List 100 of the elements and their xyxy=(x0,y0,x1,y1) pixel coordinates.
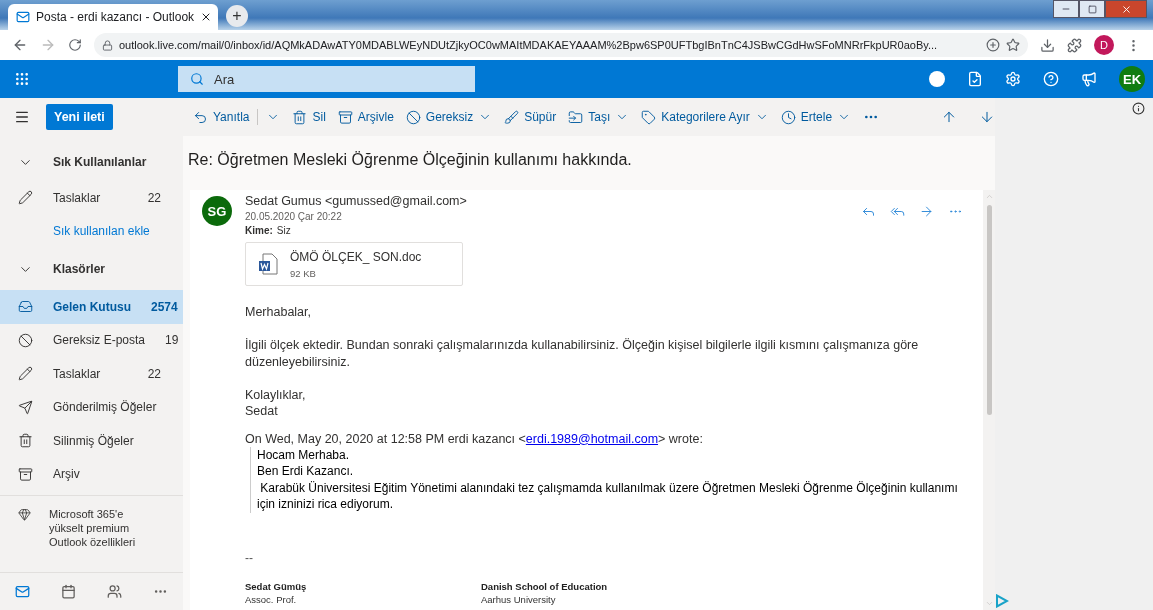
signature-name: Sedat Gümüş xyxy=(245,580,308,592)
email-link[interactable]: erdi.1989@hotmail.com xyxy=(525,431,659,446)
folder-group-header[interactable]: Sık Kullanılanlar xyxy=(0,143,183,181)
attachment-card[interactable]: ÖMÖ ÖLÇEK_ SON.doc 92 KB xyxy=(245,242,463,286)
body-paragraph: Merhabalar, xyxy=(245,304,312,321)
toolbar-button[interactable]: Arşivle xyxy=(337,109,394,125)
folder-count: 2574 xyxy=(151,299,178,314)
toolbar-label: Taşı xyxy=(588,110,611,124)
folder-item[interactable]: Taslaklar 22 xyxy=(0,181,183,215)
browser-tab[interactable]: Posta - erdi kazancı - Outlook xyxy=(8,4,218,30)
settings-icon[interactable] xyxy=(1005,71,1021,87)
star-icon[interactable] xyxy=(1006,38,1020,52)
folder-count: 22 xyxy=(147,190,161,205)
folder-label: Silinmiş Öğeler xyxy=(53,433,135,448)
folder-item[interactable]: Gereksiz E-posta 19 xyxy=(0,323,183,357)
folder-group-header[interactable]: Klasörler xyxy=(0,248,183,290)
puzzle-icon[interactable] xyxy=(1067,37,1082,53)
reload-icon[interactable] xyxy=(68,38,82,52)
toolbar-icon xyxy=(780,109,796,125)
folder-item[interactable]: Gelen Kutusu 2574 xyxy=(0,290,183,324)
signature-title: Assoc. Prof. xyxy=(245,593,298,605)
tab-title: Posta - erdi kazancı - Outlook xyxy=(36,10,195,24)
minimize-button[interactable] xyxy=(1053,0,1079,18)
toolbar-label: Gereksiz xyxy=(425,110,474,124)
folder-label: Taslaklar xyxy=(53,190,102,205)
close-icon xyxy=(1120,3,1132,15)
folder-label: Gelen Kutusu xyxy=(53,299,131,314)
diamond-icon xyxy=(18,508,31,521)
toolbar-button[interactable]: Yanıtla xyxy=(193,109,281,125)
mail-icon[interactable] xyxy=(15,584,31,599)
folder-label: Taslaklar xyxy=(53,366,102,381)
lock-icon xyxy=(102,39,113,51)
signature-name: Danish School of Education xyxy=(481,580,608,592)
folder-label: Gönderilmiş Öğeler xyxy=(53,400,158,415)
calendar-icon[interactable] xyxy=(61,584,77,599)
signature-separator: -- xyxy=(245,550,254,565)
group-label: Klasörler xyxy=(53,262,107,276)
recipient: Siz xyxy=(276,225,291,236)
toolbar-button[interactable]: Ertele xyxy=(780,109,852,125)
toolbar-button[interactable]: Sil xyxy=(292,109,326,125)
info-icon[interactable] xyxy=(1132,102,1146,115)
toolbar-button[interactable]: Gereksiz xyxy=(405,109,493,125)
message-subject: Re: Öğretmen Mesleki Öğrenme Ölçeğinin kullanımı hakkında. xyxy=(187,150,633,170)
sender-avatar: SG xyxy=(202,196,232,226)
new-message-button[interactable]: Yeni ileti xyxy=(46,104,113,130)
toolbar-icon xyxy=(568,109,584,125)
toolbar-icon xyxy=(337,109,353,125)
attachment-size: 92 KB xyxy=(290,267,317,279)
sender-name: Sedat Gumus <gumussed@gmail.com> xyxy=(245,194,467,208)
todo-icon[interactable] xyxy=(967,71,983,87)
toolbar-icon xyxy=(292,109,308,125)
folder-count: 19 xyxy=(165,333,179,348)
help-icon[interactable] xyxy=(1043,71,1059,87)
toolbar-icon xyxy=(641,109,657,125)
menu-icon[interactable] xyxy=(14,109,30,125)
search-icon xyxy=(190,72,204,86)
folder-item[interactable]: Silinmiş Öğeler xyxy=(0,424,183,458)
megaphone-icon[interactable] xyxy=(1081,71,1097,87)
toolbar-label: Yanıtla xyxy=(213,110,250,124)
toolbar-label: Kategorilere Ayır xyxy=(661,110,750,124)
back-icon[interactable] xyxy=(12,37,28,53)
people-icon[interactable] xyxy=(106,584,122,599)
search-field[interactable]: Ara xyxy=(178,66,475,92)
body-paragraph: İlgili ölçek ektedir. Bundan sonraki çalışmalarınızda kullanabilirsiniz. Ölçeğin kişisel bilgilerle ilgili kısmını çalışmanıza göre düzenleyebilirsiniz. xyxy=(245,337,920,370)
app-launcher-icon[interactable] xyxy=(14,71,30,87)
toolbar-button[interactable]: Kategorilere Ayır xyxy=(641,109,769,125)
folder-label: Arşiv xyxy=(53,467,81,482)
to-label: Kime: xyxy=(245,225,273,236)
toolbar-icon xyxy=(405,109,421,125)
folder-item[interactable]: Gönderilmiş Öğeler xyxy=(0,390,183,424)
new-tab-button[interactable]: + xyxy=(226,5,248,27)
ad-choices-icon[interactable] xyxy=(995,594,1010,608)
folder-count: 22 xyxy=(147,366,161,381)
download-icon[interactable] xyxy=(1040,37,1055,53)
toolbar-icon xyxy=(504,109,520,125)
address-bar[interactable]: outlook.live.com/mail/0/inbox/id/AQMkADAwATY0MDABLWEyNDUtZjkyOC0wMAItMDAKAEYAAAM%2Bpw6SP0UFTbgIBnTnC4JSBwCGdHwSFoMNRrFkpUR0aoBy... xyxy=(94,33,1028,57)
toolbar-label: Ertele xyxy=(800,110,833,124)
quote-intro: On Wed, May 20, 2020 at 12:58 PM erdi kazancı <erdi.1989@hotmail.com> wrote: xyxy=(245,431,704,446)
toolbar-label: Arşivle xyxy=(357,110,394,124)
folder-label: Gereksiz E-posta xyxy=(53,333,146,348)
profile-avatar[interactable]: D xyxy=(1094,35,1114,55)
folder-item[interactable]: Arşiv xyxy=(0,457,183,491)
toolbar-label: Süpür xyxy=(524,110,557,124)
add-favorite-link[interactable]: Sık kullanılan ekle xyxy=(0,214,183,248)
maximize-icon xyxy=(1087,4,1097,14)
toolbar-button[interactable]: Taşı xyxy=(568,109,630,125)
toolbar-label: Sil xyxy=(312,110,326,124)
body-paragraph: Kolaylıklar, Sedat xyxy=(245,386,307,420)
word-document-icon xyxy=(258,253,278,275)
upgrade-link[interactable]: Microsoft 365'e yükselt premium Outlook özellikleri xyxy=(49,508,136,550)
folder-item[interactable]: Taslaklar 22 xyxy=(0,357,183,391)
user-avatar[interactable]: EK xyxy=(1119,66,1145,92)
toolbar-icon xyxy=(193,109,208,125)
url-text: outlook.live.com/mail/0/inbox/id/AQMkADAwATY0MDABLWEyNDUtZjkyOC0wMAItMDAKAEYAAAM%2Bpw6SP0UFTbgIBnTnC4JSBwCGdHwSFoMNRrFkpUR0aoBy... xyxy=(119,39,939,51)
forward-icon[interactable] xyxy=(919,204,935,219)
toolbar-button[interactable]: Süpür xyxy=(504,109,557,125)
signature-title: Aarhus University xyxy=(481,593,557,605)
maximize-button[interactable] xyxy=(1079,0,1105,18)
plus-circle-icon[interactable] xyxy=(986,38,1000,52)
group-label: Sık Kullanılanlar xyxy=(53,155,148,169)
